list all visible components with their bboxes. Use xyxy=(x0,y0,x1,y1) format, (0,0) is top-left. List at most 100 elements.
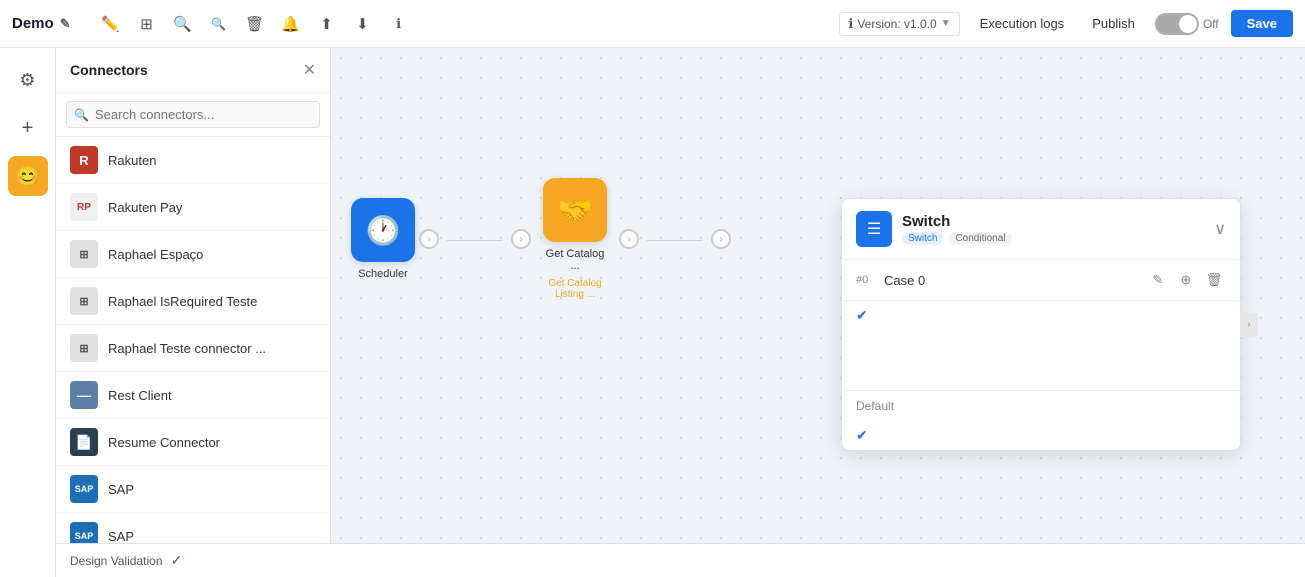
settings-tool-btn[interactable]: ⚙ xyxy=(8,60,48,100)
zoom-out-btn[interactable]: 🔍 xyxy=(167,8,199,40)
connector-name: SAP xyxy=(108,529,134,544)
connector-name: Rakuten Pay xyxy=(108,200,182,215)
search-icon: 🔍 xyxy=(74,108,89,122)
list-item[interactable]: — Rest Client xyxy=(56,372,330,419)
case-0-delete-btn[interactable]: 🗑 xyxy=(1202,268,1226,292)
list-item[interactable]: R Rakuten xyxy=(56,137,330,184)
list-item[interactable]: ⊞ Raphael Teste connector ... xyxy=(56,325,330,372)
download-btn[interactable]: ⬇ xyxy=(347,8,379,40)
switch-title-wrap: Switch Switch Conditional xyxy=(902,213,1012,245)
connector-name: Raphael Espaço xyxy=(108,247,203,262)
title-text: Demo xyxy=(12,15,54,32)
connectors-list: R Rakuten RP Rakuten Pay ⊞ Raphael Espaç… xyxy=(56,137,330,577)
list-item[interactable]: RP Rakuten Pay xyxy=(56,184,330,231)
switch-title: Switch xyxy=(902,213,1012,230)
close-connectors-btn[interactable]: ✕ xyxy=(303,60,316,80)
version-badge: ℹ Version: v1.0.0 ▼ xyxy=(839,12,959,36)
edit-title-icon[interactable]: ✎ xyxy=(60,16,71,32)
list-item[interactable]: ⊞ Raphael IsRequired Teste xyxy=(56,278,330,325)
connector-name: Raphael Teste connector ... xyxy=(108,341,266,356)
scheduler-node[interactable]: 🕐 Scheduler xyxy=(351,198,415,280)
connector-line-2: ———— xyxy=(647,231,703,247)
case-0-label: Case 0 xyxy=(884,273,1138,288)
info-btn[interactable]: ℹ xyxy=(383,8,415,40)
default-check: ✔ xyxy=(842,421,1240,450)
grid-tool-btn[interactable]: ⊞ xyxy=(131,8,163,40)
left-sidebar: ⚙ + 😊 xyxy=(0,48,56,577)
design-validation-label: Design Validation xyxy=(70,554,163,568)
default-row: Default xyxy=(842,390,1240,421)
connector-name: Raphael IsRequired Teste xyxy=(108,294,257,309)
chevron-down-icon[interactable]: ▼ xyxy=(941,18,951,29)
toggle-wrap: Off xyxy=(1155,13,1219,35)
save-btn[interactable]: Save xyxy=(1231,10,1293,37)
zoom-in-btn[interactable]: 🔍 xyxy=(203,8,235,40)
bottom-bar: Design Validation ✓ xyxy=(56,543,1305,577)
search-connectors-input[interactable] xyxy=(66,101,320,128)
emoji-icon-btn[interactable]: 😊 xyxy=(8,156,48,196)
arrow-3: › xyxy=(619,229,639,249)
connectors-title: Connectors xyxy=(70,62,148,78)
validation-check-icon: ✓ xyxy=(171,552,183,569)
connector-icon: ⊞ xyxy=(70,334,98,362)
arrow-dot-4: › xyxy=(711,229,731,249)
topbar: Demo ✎ ✏️ ⊞ 🔍 🔍 🗑 🔔 ⬆ ⬇ ℹ ℹ Version: v1.… xyxy=(0,0,1305,48)
case-0-actions: ✎ ⊕ 🗑 xyxy=(1146,268,1226,292)
arrow-dot-1: › xyxy=(419,229,439,249)
version-text: Version: v1.0.0 xyxy=(857,17,936,31)
switch-chevron-icon[interactable]: ∨ xyxy=(1214,219,1226,239)
default-label: Default xyxy=(856,399,894,413)
case-0-row: #0 Case 0 ✎ ⊕ 🗑 xyxy=(842,260,1240,301)
case-0-add-btn[interactable]: ⊕ xyxy=(1174,268,1198,292)
switch-icon: ☰ xyxy=(856,211,892,247)
arrow-1: › xyxy=(419,229,439,249)
connector-icon: 📄 xyxy=(70,428,98,456)
connector-name: Resume Connector xyxy=(108,435,220,450)
switch-header: ☰ Switch Switch Conditional ∨ xyxy=(842,199,1240,260)
connector-name: SAP xyxy=(108,482,134,497)
case-0-num: #0 xyxy=(856,274,876,286)
connector-icon: ⊞ xyxy=(70,287,98,315)
connector-icon: R xyxy=(70,146,98,174)
connector-icon: SAP xyxy=(70,475,98,503)
list-item[interactable]: SAP SAP xyxy=(56,466,330,513)
publish-btn[interactable]: Publish xyxy=(1084,12,1143,35)
scheduler-node-label: Scheduler xyxy=(358,268,408,280)
toggle-switch[interactable] xyxy=(1155,13,1199,35)
get-catalog-label: Get Catalog ... xyxy=(540,248,610,272)
switch-right-arrow[interactable]: › xyxy=(1240,313,1258,337)
connector-icon: ⊞ xyxy=(70,240,98,268)
switch-badge-conditional: Conditional xyxy=(949,232,1011,245)
get-catalog-sublabel: Get Catalog Listing ... xyxy=(535,278,615,300)
case-0-spacer xyxy=(842,330,1240,390)
app-title: Demo ✎ xyxy=(12,15,71,32)
switch-badges: Switch Conditional xyxy=(902,232,1012,245)
delete-btn[interactable]: 🗑 xyxy=(239,8,271,40)
connector-line-1: ———— xyxy=(447,231,503,247)
toolbar: ✏️ ⊞ 🔍 🔍 🗑 🔔 ⬆ ⬇ ℹ xyxy=(95,8,415,40)
canvas-area[interactable]: 🕐 Scheduler › ———— › 🤝 Get Catalog ... G… xyxy=(331,48,1305,577)
scheduler-node-box[interactable]: 🕐 xyxy=(351,198,415,262)
get-catalog-node[interactable]: 🤝 Get Catalog ... Get Catalog Listing ..… xyxy=(535,178,615,300)
bell-btn[interactable]: 🔔 xyxy=(275,8,307,40)
list-item[interactable]: ⊞ Raphael Espaço xyxy=(56,231,330,278)
add-btn[interactable]: + xyxy=(8,108,48,148)
list-item[interactable]: 📄 Resume Connector xyxy=(56,419,330,466)
main-layout: ⚙ + 😊 Connectors ✕ 🔍 R Rakuten RP Rakute… xyxy=(0,48,1305,577)
search-wrap: 🔍 xyxy=(56,93,330,137)
toggle-label: Off xyxy=(1203,17,1219,31)
execution-logs-btn[interactable]: Execution logs xyxy=(972,12,1073,35)
switch-panel: ☰ Switch Switch Conditional ∨ #0 Case 0 … xyxy=(841,198,1241,451)
pencil-tool-btn[interactable]: ✏️ xyxy=(95,8,127,40)
connectors-panel: Connectors ✕ 🔍 R Rakuten RP Rakuten Pay … xyxy=(56,48,331,577)
toggle-knob xyxy=(1179,15,1197,33)
connector-icon: — xyxy=(70,381,98,409)
connector-name: Rakuten xyxy=(108,153,156,168)
topbar-right: ℹ Version: v1.0.0 ▼ Execution logs Publi… xyxy=(839,10,1293,37)
switch-badge-switch: Switch xyxy=(902,232,943,245)
connector-icon: RP xyxy=(70,193,98,221)
arrow-dot-2: › xyxy=(511,229,531,249)
case-0-edit-btn[interactable]: ✎ xyxy=(1146,268,1170,292)
upload-btn[interactable]: ⬆ xyxy=(311,8,343,40)
get-catalog-node-box[interactable]: 🤝 xyxy=(543,178,607,242)
